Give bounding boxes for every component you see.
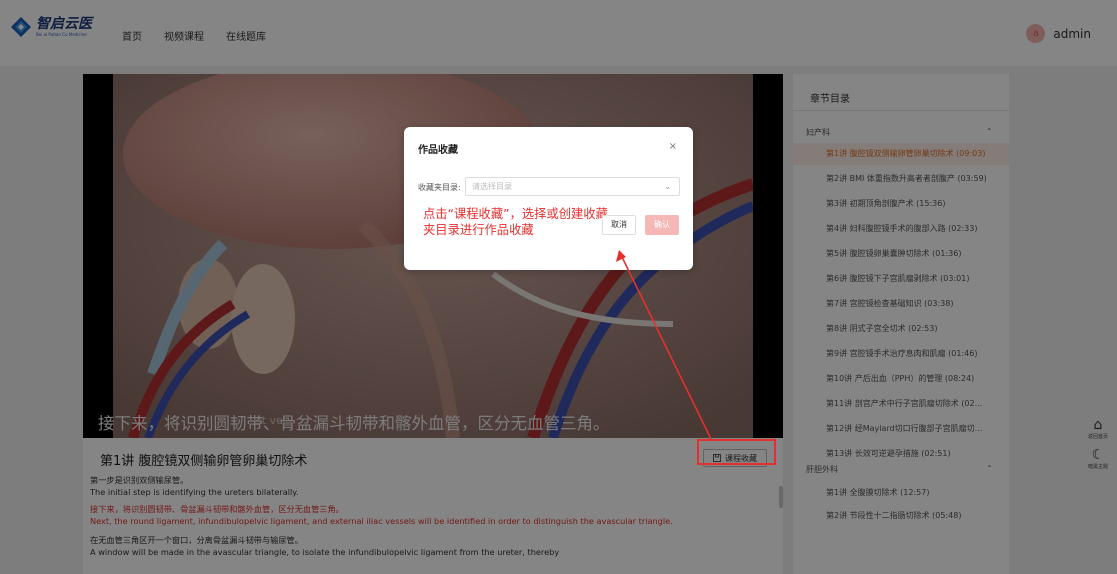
folder-select[interactable]: 请选择目录 ⌄ — [465, 177, 680, 196]
top-header: 智启云医 Bei ai Putian Co Medicine 首页 视频课程 在… — [0, 0, 1117, 66]
lesson-title: 第1讲 腹腔镜双侧输卵管卵巢切除术 — [100, 454, 308, 469]
chapter-item[interactable]: 第4讲 妇科腹腔镜手术的腹部入路 (02:33) — [793, 218, 1009, 240]
user-menu[interactable]: a admin — [1026, 24, 1091, 43]
brand-logo[interactable]: 智启云医 Bei ai Putian Co Medicine — [10, 16, 92, 38]
dialog-title: 作品收藏 — [418, 145, 458, 156]
sidebar-title: 章节目录 — [810, 94, 850, 105]
chapter-item[interactable]: 第1讲 全腹膜切除术 (12:57) — [793, 482, 1009, 504]
transcript-cn-2: 接下来，将识别圆韧带、骨盆漏斗韧带和髂外血管，区分无血管三角。 — [90, 504, 344, 514]
group-hepatobiliary[interactable]: 肝胆外科 — [806, 464, 838, 475]
chapter-item[interactable]: 第10讲 产后出血（PPH）的管理 (08:24) — [793, 368, 1009, 390]
transcript-en-2: Next, the round ligament, infundibulopel… — [90, 516, 673, 526]
chapter-item[interactable]: 第11讲 剖宫产术中行子宫肌瘤切除术 (02... — [793, 393, 1009, 415]
chevron-up-icon[interactable]: ⌃ — [986, 464, 993, 473]
transcript-en-3: A window will be made in the avascular t… — [90, 547, 560, 557]
transcript-scrollbar[interactable] — [779, 486, 783, 508]
moon-icon: ☾ — [1091, 447, 1105, 463]
chevron-down-icon: ⌄ — [664, 182, 671, 191]
back-home-tool[interactable]: ⌂ 返回首页 — [1087, 417, 1108, 441]
page: 智启云医 Bei ai Putian Co Medicine 首页 视频课程 在… — [0, 0, 1117, 574]
chapter-item[interactable]: 第3讲 初期顶角剖腹产术 (15:36) — [793, 193, 1009, 215]
transcript-cn-1: 第一步是识别双侧输尿管。 — [90, 475, 189, 485]
transcript-cn-3: 在无血管三角区开一个窗口，分离骨盆漏斗韧带与输尿管。 — [90, 535, 303, 545]
back-home-label: 返回首页 — [1087, 434, 1108, 440]
folder-select-placeholder: 请选择目录 — [472, 182, 512, 191]
chapter-item[interactable]: 第6讲 腹腔镜下子宫肌瘤剥除术 (03:01) — [793, 268, 1009, 290]
folder-field-label: 收藏夹目录: — [418, 183, 461, 192]
sidebar-divider — [793, 110, 1009, 111]
chapter-item[interactable]: 第2讲 节段性十二指肠切除术 (05:48) — [793, 505, 1009, 527]
main-nav: 首页 视频课程 在线题库 — [122, 28, 266, 43]
chevron-up-icon[interactable]: ⌃ — [986, 127, 993, 136]
chapter-item[interactable]: 第13讲 长效可逆避孕措施 (02:51) — [793, 443, 1009, 465]
nav-home[interactable]: 首页 — [122, 28, 142, 43]
chapter-item[interactable]: 第1讲 腹腔镜双侧输卵管卵巢切除术 (09:03) — [793, 143, 1009, 165]
transcript-en-1: The initial step is identifying the uret… — [90, 487, 299, 497]
close-icon[interactable]: × — [669, 141, 677, 152]
video-subtitle-overlay: st ve — [256, 414, 283, 427]
chapter-item[interactable]: 第2讲 BMI 体重指数升高者者剖腹产 (03:59) — [793, 168, 1009, 190]
avatar: a — [1026, 24, 1046, 43]
logo-subtitle: Bei ai Putian Co Medicine — [36, 32, 87, 37]
chapter-item[interactable]: 第9讲 宫腔镜手术治疗息肉和肌瘤 (01:46) — [793, 343, 1009, 365]
group-gynecology[interactable]: 妇产科 — [806, 127, 830, 138]
dark-theme-label: 暗黑主题 — [1087, 464, 1108, 470]
nav-question-bank[interactable]: 在线题库 — [226, 28, 266, 43]
annotation-note: 点击“课程收藏”，选择或创建收藏夹目录进行作品收藏 — [423, 207, 608, 237]
dark-theme-tool[interactable]: ☾ 暗黑主题 — [1087, 447, 1108, 471]
chapter-item[interactable]: 第5讲 腹腔镜卵巢囊肿切除术 (01:36) — [793, 243, 1009, 265]
cancel-button[interactable]: 取消 — [602, 215, 636, 235]
username: admin — [1053, 26, 1091, 41]
chapter-item[interactable]: 第8讲 阴式子宫全切术 (02:53) — [793, 318, 1009, 340]
floating-tools: ⌂ 返回首页 ☾ 暗黑主题 — [1082, 417, 1114, 471]
video-subtitle: 接下来，将识别圆韧带、骨盆漏斗韧带和髂外血管，区分无血管三角。 — [98, 414, 610, 433]
logo-title: 智启云医 — [36, 16, 92, 32]
nav-video-courses[interactable]: 视频课程 — [164, 28, 204, 43]
home-icon: ⌂ — [1093, 417, 1103, 433]
collect-dialog: 作品收藏 × 收藏夹目录: 请选择目录 ⌄ 点击“课程收藏”，选择或创建收藏夹目… — [404, 127, 693, 270]
logo-icon — [11, 17, 31, 37]
lesson-info-panel: 第1讲 腹腔镜双侧输卵管卵巢切除术 课程收藏 第一步是识别双侧输尿管。 The … — [83, 438, 783, 574]
chapter-item[interactable]: 第7讲 宫腔镜检查基础知识 (03:38) — [793, 293, 1009, 315]
confirm-button[interactable]: 确认 — [645, 215, 679, 235]
chapter-item[interactable]: 第12讲 经Maylard切口行腹部子宫肌瘤切... — [793, 418, 1009, 440]
annotation-highlight-box — [697, 439, 776, 465]
chapter-sidebar: 章节目录 妇产科 ⌃ 第1讲 腹腔镜双侧输卵管卵巢切除术 (09:03) 第2讲… — [793, 74, 1009, 574]
